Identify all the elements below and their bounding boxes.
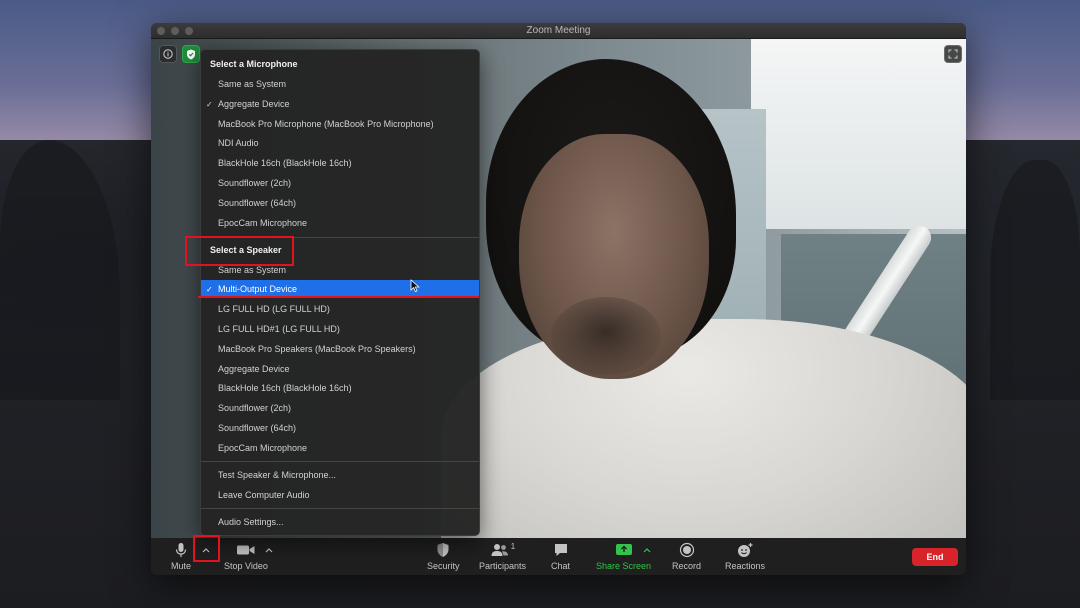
speaker-option[interactable]: LG FULL HD#1 (LG FULL HD)	[201, 320, 479, 338]
leave-computer-audio-option[interactable]: Leave Computer Audio	[201, 486, 479, 504]
end-meeting-button[interactable]: End	[912, 548, 958, 566]
microphone-option-label: Same as System	[218, 79, 287, 89]
fullscreen-button[interactable]	[944, 45, 962, 63]
microphone-option-label: BlackHole 16ch (BlackHole 16ch)	[218, 158, 352, 168]
participants-count: 1	[510, 542, 516, 551]
leave-audio-label: Leave Computer Audio	[218, 490, 310, 500]
microphone-option-label: EpocCam Microphone	[218, 218, 308, 228]
test-speaker-microphone-option[interactable]: Test Speaker & Microphone...	[201, 466, 479, 484]
chat-bubble-icon	[554, 544, 567, 556]
microphone-option[interactable]: NDI Audio	[201, 134, 479, 152]
microphone-option[interactable]: Soundflower (2ch)	[201, 174, 479, 192]
share-screen-label: Share Screen	[596, 561, 652, 571]
audio-settings-option[interactable]: Audio Settings...	[201, 513, 479, 531]
info-icon	[163, 49, 173, 59]
microphone-section-header: Select a Microphone	[210, 59, 298, 69]
fullscreen-icon	[948, 49, 958, 59]
participants-icon	[491, 544, 508, 556]
speaker-option-label: LG FULL HD (LG FULL HD)	[218, 304, 330, 314]
title-bar: Zoom Meeting	[151, 23, 966, 39]
microphone-option-label: Soundflower (2ch)	[218, 178, 292, 188]
participants-button[interactable]: 1 Participants	[479, 542, 526, 571]
share-options-caret[interactable]	[643, 546, 651, 555]
microphone-icon	[175, 543, 187, 557]
meeting-toolbar: Mute Stop Video Security 1 Participants …	[151, 538, 966, 575]
microphone-option-label: Aggregate Device	[218, 99, 290, 109]
microphone-option[interactable]: BlackHole 16ch (BlackHole 16ch)	[201, 154, 479, 172]
reactions-label: Reactions	[725, 561, 766, 571]
speaker-option-label: EpocCam Microphone	[218, 443, 308, 453]
record-icon	[679, 542, 694, 558]
audio-settings-label: Audio Settings...	[218, 517, 284, 527]
person-shirt	[441, 319, 966, 538]
speaker-option-label: Same as System	[218, 265, 287, 275]
security-shield-icon	[437, 543, 449, 557]
shield-icon	[187, 49, 195, 59]
audio-options-menu: Select a Microphone Same as System ✓ Agg…	[200, 49, 480, 536]
video-camera-icon	[236, 545, 255, 555]
participants-label: Participants	[479, 561, 527, 571]
speaker-option[interactable]: BlackHole 16ch (BlackHole 16ch)	[201, 379, 479, 397]
record-button[interactable]: Record	[672, 542, 701, 571]
reactions-button[interactable]: Reactions	[725, 542, 765, 571]
menu-divider	[201, 508, 479, 509]
microphone-option[interactable]: MacBook Pro Microphone (MacBook Pro Micr…	[201, 115, 479, 133]
speaker-option-label: Soundflower (2ch)	[218, 403, 292, 413]
speaker-option[interactable]: MacBook Pro Speakers (MacBook Pro Speake…	[201, 340, 479, 358]
window-title: Zoom Meeting	[526, 25, 591, 36]
stop-video-button[interactable]: Stop Video	[224, 542, 268, 571]
annotation-selected-underline	[198, 296, 479, 298]
microphone-option-label: NDI Audio	[218, 138, 259, 148]
checkmark-icon: ✓	[206, 99, 213, 109]
menu-divider	[201, 461, 479, 462]
microphone-option[interactable]: Same as System	[201, 75, 479, 93]
checkmark-icon: ✓	[206, 284, 213, 294]
background-window	[751, 39, 966, 229]
video-options-caret[interactable]	[265, 546, 273, 555]
speaker-option-label: Multi-Output Device	[218, 284, 298, 294]
speaker-option-label: LG FULL HD#1 (LG FULL HD)	[218, 324, 340, 334]
microphone-option[interactable]: EpocCam Microphone	[201, 214, 479, 232]
annotation-caret-box	[193, 535, 220, 562]
encryption-shield-button[interactable]	[182, 45, 200, 63]
speaker-option-label: BlackHole 16ch (BlackHole 16ch)	[218, 383, 352, 393]
chat-button[interactable]: Chat	[551, 542, 570, 571]
speaker-option[interactable]: EpocCam Microphone	[201, 439, 479, 457]
chevron-up-icon	[643, 548, 651, 553]
speaker-option[interactable]: Aggregate Device	[201, 360, 479, 378]
microphone-option-label: MacBook Pro Microphone (MacBook Pro Micr…	[218, 119, 434, 129]
share-screen-icon	[615, 544, 632, 555]
mute-button[interactable]: Mute	[171, 542, 191, 571]
speaker-option[interactable]: LG FULL HD (LG FULL HD)	[201, 300, 479, 318]
security-label: Security	[427, 561, 460, 571]
security-button[interactable]: Security	[427, 542, 460, 571]
person-beard	[551, 297, 661, 375]
smiley-add-icon	[738, 543, 753, 557]
mouse-cursor-icon	[410, 279, 420, 293]
microphone-option[interactable]: Soundflower (64ch)	[201, 194, 479, 212]
stop-video-label: Stop Video	[224, 561, 268, 571]
speaker-option-label: MacBook Pro Speakers (MacBook Pro Speake…	[218, 344, 416, 354]
chat-label: Chat	[551, 561, 571, 571]
microphone-option[interactable]: ✓ Aggregate Device	[201, 95, 479, 113]
speaker-option[interactable]: Soundflower (2ch)	[201, 399, 479, 417]
speaker-option-label: Soundflower (64ch)	[218, 423, 297, 433]
mute-label: Mute	[171, 561, 192, 571]
speaker-option-label: Aggregate Device	[218, 364, 290, 374]
annotation-speaker-header-box	[185, 236, 294, 266]
speaker-option[interactable]: Soundflower (64ch)	[201, 419, 479, 437]
record-label: Record	[672, 561, 702, 571]
chevron-up-icon	[265, 548, 273, 553]
test-speaker-label: Test Speaker & Microphone...	[218, 470, 337, 480]
meeting-info-button[interactable]	[159, 45, 177, 63]
microphone-option-label: Soundflower (64ch)	[218, 198, 297, 208]
